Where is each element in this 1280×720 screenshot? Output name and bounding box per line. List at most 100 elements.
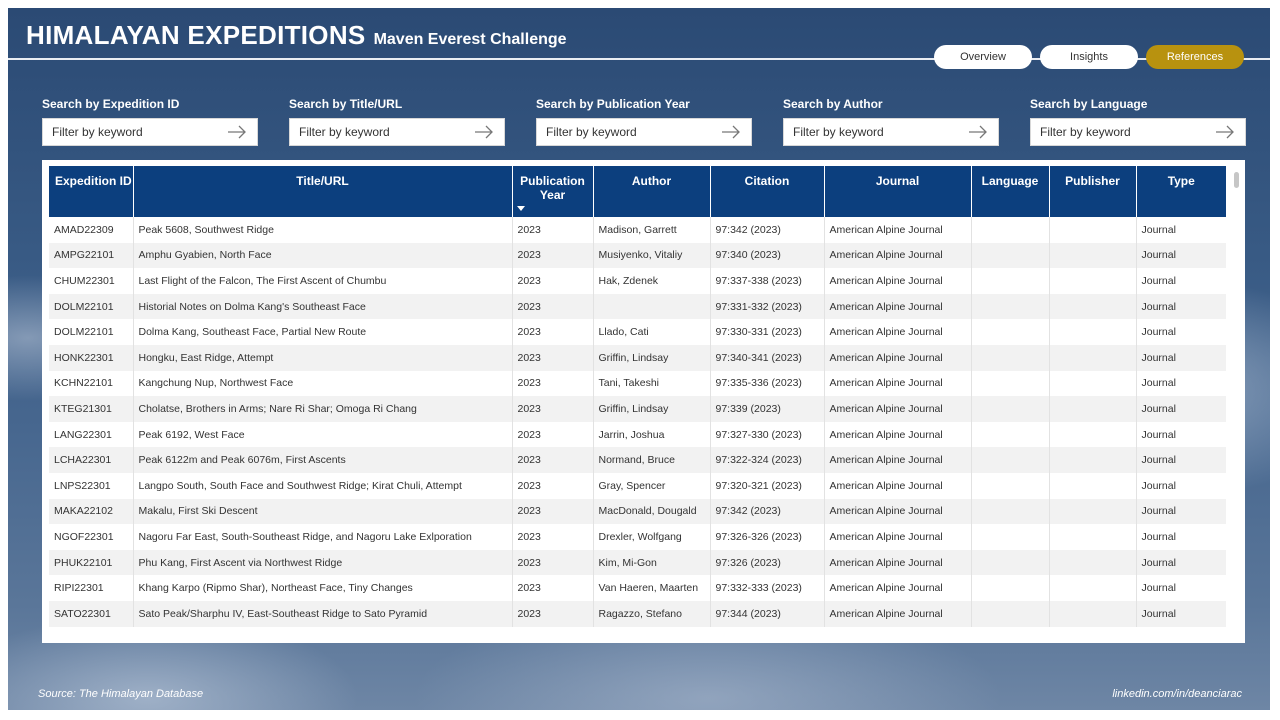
arrow-right-icon[interactable] [1215,125,1235,139]
cell-title-url: Historial Notes on Dolma Kang's Southeas… [133,293,513,320]
table-row[interactable]: HONK22301 Hongku, East Ridge, Attempt 2023… [49,344,1226,371]
cell-title-url: Peak 5608, Southwest Ridge [133,217,513,243]
table-row[interactable]: KCHN22101 Kangchung Nup, Northwest Face 20… [49,370,1226,397]
tab-references[interactable]: References [1146,45,1244,69]
cell-citation: 97:340 (2023) [710,242,825,269]
filter-author: Search by Author [783,97,999,146]
table-row[interactable]: LNPS22301 Langpo South, South Face and So… [49,472,1226,499]
arrow-right-icon[interactable] [721,125,741,139]
column-header-author[interactable]: Author [593,166,711,217]
cell-publisher [1049,600,1137,627]
filter-box[interactable] [42,118,258,146]
table-row[interactable]: CHUM22301 Last Flight of the Falcon, The … [49,268,1226,294]
author-search-input[interactable] [793,125,943,139]
column-header-language[interactable]: Language [971,166,1050,217]
cell-type: Journal [1136,472,1226,499]
cell-author: Van Haeren, Maarten [593,575,711,601]
author-credit: linkedin.com/in/deanciarac [1112,688,1242,700]
table-row[interactable]: AMAD22309 Peak 5608, Southwest Ridge 2023 M… [49,217,1226,243]
arrow-right-icon[interactable] [968,125,988,139]
column-header-title-url[interactable]: Title/URL [133,166,513,217]
references-table-container[interactable]: Expedition ID Title/URL Publication Year… [49,166,1226,627]
cell-journal: American Alpine Journal [824,217,972,243]
table-row[interactable]: SATO22301 Sato Peak/Sharphu IV, East-Sout… [49,600,1226,627]
cell-title-url: Khang Karpo (Ripmo Shar), Northeast Face… [133,575,513,601]
cell-publisher [1049,268,1137,294]
cell-citation: 97:322-324 (2023) [710,447,825,473]
cell-publication-year: 2023 [512,217,594,243]
cell-author: Ragazzo, Stefano [593,600,711,627]
cell-language [971,549,1050,576]
cell-publication-year: 2023 [512,242,594,269]
cell-language [971,575,1050,601]
table-row[interactable]: MAKA22102 Makalu, First Ski Descent 2023 Ma… [49,498,1226,525]
language-search-input[interactable] [1040,125,1190,139]
cell-language [971,268,1050,294]
cell-journal: American Alpine Journal [824,268,972,294]
cell-citation: 97:326 (2023) [710,549,825,576]
cell-publisher [1049,319,1137,345]
cell-publisher [1049,217,1137,243]
filter-box[interactable] [783,118,999,146]
cell-publication-year: 2023 [512,472,594,499]
arrow-right-icon[interactable] [227,125,247,139]
column-header-expedition-id[interactable]: Expedition ID [49,166,134,217]
tab-insights[interactable]: Insights [1040,45,1138,69]
column-header-publication-year[interactable]: Publication Year [512,166,594,217]
column-header-type[interactable]: Type [1136,166,1226,217]
cell-journal: American Alpine Journal [824,447,972,473]
cell-publisher [1049,293,1137,320]
cell-author: MacDonald, Dougald [593,498,711,525]
cell-author [593,293,711,320]
table-row[interactable]: KTEG21301 Cholatse, Brothers in Arms; Nar… [49,396,1226,422]
cell-author: Musiyenko, Vitaliy [593,242,711,269]
table-row[interactable]: NGOF22301 Nagoru Far East, South-Southeas… [49,524,1226,550]
cell-citation: 97:332-333 (2023) [710,575,825,601]
cell-expedition-id: SATO22301 [49,600,134,627]
cell-title-url: Makalu, First Ski Descent [133,498,513,525]
table-row[interactable]: PHUK22101 Phu Kang, First Ascent via Nort… [49,549,1226,576]
cell-language [971,293,1050,320]
cell-title-url: Cholatse, Brothers in Arms; Nare Ri Shar… [133,396,513,422]
cell-citation: 97:326-326 (2023) [710,524,825,550]
cell-citation: 97:337-338 (2023) [710,268,825,294]
cell-citation: 97:335-336 (2023) [710,370,825,397]
report-canvas: HIMALAYAN EXPEDITIONS Maven Everest Chal… [8,8,1270,710]
filter-label: Search by Title/URL [289,97,403,111]
cell-journal: American Alpine Journal [824,344,972,371]
expedition-id-search-input[interactable] [52,125,202,139]
table-row[interactable]: DOLM22101 Dolma Kang, Southeast Face, Par… [49,319,1226,345]
cell-publication-year: 2023 [512,268,594,294]
cell-expedition-id: DOLM22101 [49,293,134,320]
cell-journal: American Alpine Journal [824,396,972,422]
title-url-search-input[interactable] [299,125,449,139]
cell-publication-year: 2023 [512,549,594,576]
source-note: Source: The Himalayan Database [38,688,204,700]
publication-year-search-input[interactable] [546,125,696,139]
cell-citation: 97:320-321 (2023) [710,472,825,499]
table-row[interactable]: LCHA22301 Peak 6122m and Peak 6076m, Firs… [49,447,1226,473]
cell-citation: 97:340-341 (2023) [710,344,825,371]
table-row[interactable]: LANG22301 Peak 6192, West Face 2023 Jarrin,… [49,421,1226,448]
arrow-right-icon[interactable] [474,125,494,139]
filter-box[interactable] [536,118,752,146]
column-header-journal[interactable]: Journal [824,166,972,217]
cell-title-url: Kangchung Nup, Northwest Face [133,370,513,397]
cell-journal: American Alpine Journal [824,370,972,397]
cell-expedition-id: NGOF22301 [49,524,134,550]
column-header-publisher[interactable]: Publisher [1049,166,1137,217]
cell-author: Tani, Takeshi [593,370,711,397]
cell-citation: 97:331-332 (2023) [710,293,825,320]
cell-title-url: Hongku, East Ridge, Attempt [133,344,513,371]
table-scrollbar[interactable] [1234,172,1239,188]
filter-box[interactable] [289,118,505,146]
column-header-citation[interactable]: Citation [710,166,825,217]
sort-descending-icon[interactable] [516,206,525,211]
table-row[interactable]: DOLM22101 Historial Notes on Dolma Kang's… [49,293,1226,320]
cell-type: Journal [1136,344,1226,371]
tab-overview[interactable]: Overview [934,45,1032,69]
table-row[interactable]: AMPG22101 Amphu Gyabien, North Face 2023 Mu… [49,242,1226,269]
filter-box[interactable] [1030,118,1246,146]
table-row[interactable]: RIPI22301 Khang Karpo (Ripmo Shar), North… [49,575,1226,601]
cell-publication-year: 2023 [512,421,594,448]
